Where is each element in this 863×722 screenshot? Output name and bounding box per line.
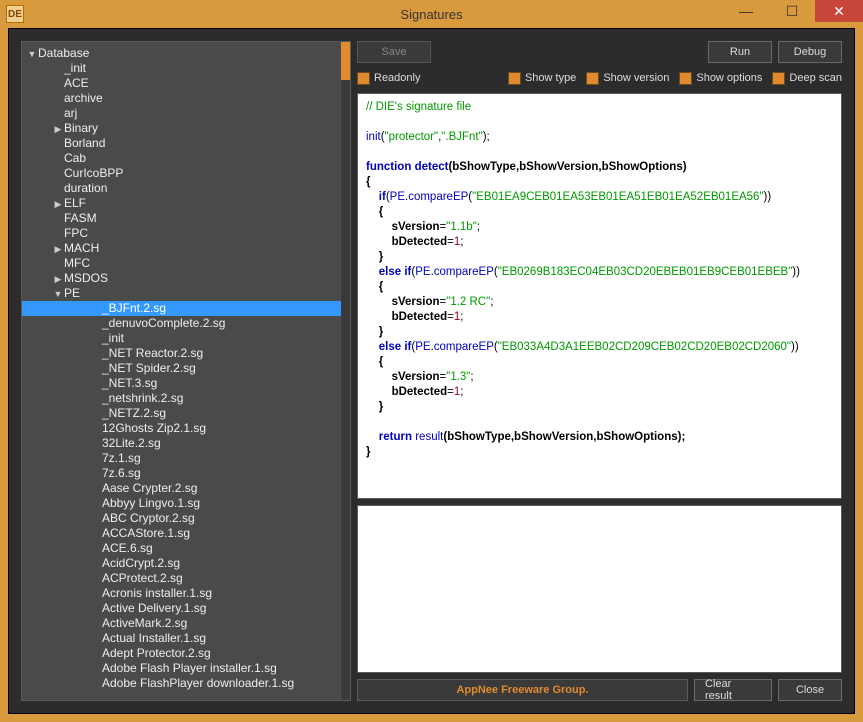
tree-item[interactable]: AcidCrypt.2.sg bbox=[22, 556, 350, 571]
minimize-button[interactable]: — bbox=[723, 0, 769, 22]
tree-item[interactable]: archive bbox=[22, 91, 350, 106]
tree-item[interactable]: ACProtect.2.sg bbox=[22, 571, 350, 586]
tree-panel: ▼Database_initACEarchivearj▶BinaryBorlan… bbox=[21, 41, 351, 701]
show-options-checkbox[interactable]: Show options bbox=[679, 72, 762, 85]
output-panel[interactable] bbox=[357, 505, 842, 673]
close-window-button[interactable]: ✕ bbox=[815, 0, 863, 22]
readonly-checkbox[interactable]: Readonly bbox=[357, 72, 420, 85]
tree-item[interactable]: _init bbox=[22, 331, 350, 346]
tree-item[interactable]: _NET.3.sg bbox=[22, 376, 350, 391]
tree-item[interactable]: 7z.1.sg bbox=[22, 451, 350, 466]
tree-item[interactable]: Cab bbox=[22, 151, 350, 166]
tree-item[interactable]: Adobe FlashPlayer downloader.1.sg bbox=[22, 676, 350, 691]
tree-item[interactable]: ACE bbox=[22, 76, 350, 91]
tree-item[interactable]: _NET Reactor.2.sg bbox=[22, 346, 350, 361]
scrollbar-thumb[interactable] bbox=[341, 42, 350, 80]
tree-item[interactable]: ▶Binary bbox=[22, 121, 350, 136]
tree-item[interactable]: _netshrink.2.sg bbox=[22, 391, 350, 406]
tree-item[interactable]: Adept Protector.2.sg bbox=[22, 646, 350, 661]
show-version-checkbox[interactable]: Show version bbox=[586, 72, 669, 85]
status-bar: AppNee Freeware Group. bbox=[357, 679, 688, 701]
tree-item[interactable]: FPC bbox=[22, 226, 350, 241]
tree-item[interactable]: ▶ELF bbox=[22, 196, 350, 211]
clear-result-button[interactable]: Clear result bbox=[694, 679, 772, 701]
tree-item[interactable]: 12Ghosts Zip2.1.sg bbox=[22, 421, 350, 436]
debug-button[interactable]: Debug bbox=[778, 41, 842, 63]
tree-item[interactable]: _denuvoComplete.2.sg bbox=[22, 316, 350, 331]
tree-item[interactable]: FASM bbox=[22, 211, 350, 226]
maximize-button[interactable]: ☐ bbox=[769, 0, 815, 22]
tree-item[interactable]: Aase Crypter.2.sg bbox=[22, 481, 350, 496]
save-button[interactable]: Save bbox=[357, 41, 431, 63]
tree-item[interactable]: 32Lite.2.sg bbox=[22, 436, 350, 451]
tree-item[interactable]: duration bbox=[22, 181, 350, 196]
tree-item[interactable]: ▶MACH bbox=[22, 241, 350, 256]
tree-item[interactable]: Actual Installer.1.sg bbox=[22, 631, 350, 646]
tree-item[interactable]: _BJFnt.2.sg bbox=[22, 301, 350, 316]
tree-item[interactable]: Adobe Flash Player installer.1.sg bbox=[22, 661, 350, 676]
tree-item[interactable]: ACCAStore.1.sg bbox=[22, 526, 350, 541]
tree-item[interactable]: ActiveMark.2.sg bbox=[22, 616, 350, 631]
tree-item[interactable]: ABC Cryptor.2.sg bbox=[22, 511, 350, 526]
tree-item[interactable]: Borland bbox=[22, 136, 350, 151]
run-button[interactable]: Run bbox=[708, 41, 772, 63]
tree-item[interactable]: Active Delivery.1.sg bbox=[22, 601, 350, 616]
tree-scrollbar[interactable] bbox=[341, 42, 350, 700]
dialog-frame: ▼Database_initACEarchivearj▶BinaryBorlan… bbox=[8, 28, 855, 714]
tree-root[interactable]: ▼Database bbox=[22, 46, 350, 61]
tree-item[interactable]: ▼PE bbox=[22, 286, 350, 301]
tree-item[interactable]: ACE.6.sg bbox=[22, 541, 350, 556]
tree-item[interactable]: Abbyy Lingvo.1.sg bbox=[22, 496, 350, 511]
code-editor[interactable]: // DIE's signature file init("protector"… bbox=[357, 93, 842, 499]
signature-tree[interactable]: ▼Database_initACEarchivearj▶BinaryBorlan… bbox=[22, 42, 350, 700]
show-type-checkbox[interactable]: Show type bbox=[508, 72, 576, 85]
tree-item[interactable]: _NETZ.2.sg bbox=[22, 406, 350, 421]
tree-item[interactable]: arj bbox=[22, 106, 350, 121]
tree-item[interactable]: _NET Spider.2.sg bbox=[22, 361, 350, 376]
tree-item[interactable]: Acronis installer.1.sg bbox=[22, 586, 350, 601]
tree-item[interactable]: CurIcoBPP bbox=[22, 166, 350, 181]
tree-item[interactable]: MFC bbox=[22, 256, 350, 271]
tree-item[interactable]: 7z.6.sg bbox=[22, 466, 350, 481]
close-button[interactable]: Close bbox=[778, 679, 842, 701]
deep-scan-checkbox[interactable]: Deep scan bbox=[772, 72, 842, 85]
tree-item[interactable]: _init bbox=[22, 61, 350, 76]
tree-item[interactable]: ▶MSDOS bbox=[22, 271, 350, 286]
titlebar[interactable]: DE Signatures — ☐ ✕ bbox=[0, 0, 863, 28]
